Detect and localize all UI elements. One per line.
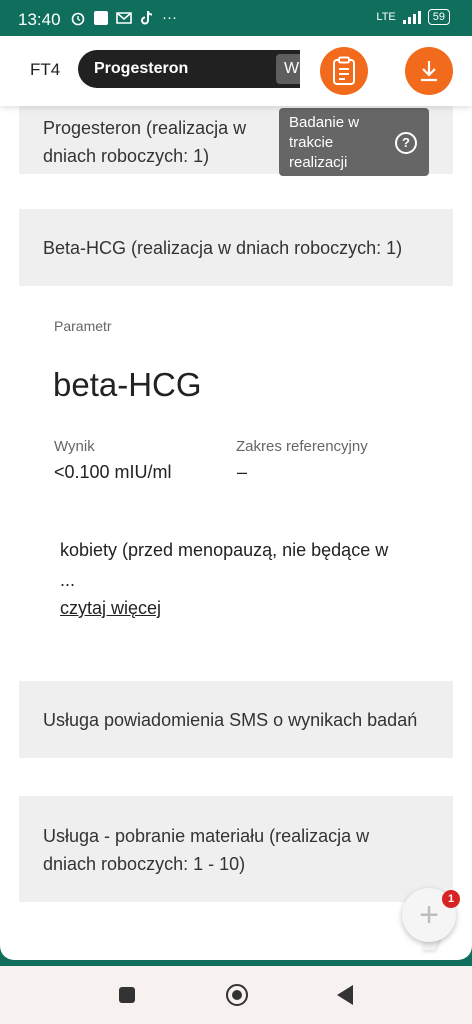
help-icon[interactable]: ? xyxy=(395,132,417,154)
system-nav-bar xyxy=(0,966,472,1024)
test-card-title: Progesteron (realizacja w dniach roboczy… xyxy=(43,118,247,166)
plus-icon: + xyxy=(419,896,439,934)
home-button[interactable] xyxy=(226,984,248,1006)
network-type: LTE xyxy=(376,11,396,23)
test-tab-status: W realizacji xyxy=(276,54,300,84)
order-code: FT4 xyxy=(30,60,61,79)
test-card-title: Beta-HCG (realizacja w dniach roboczych:… xyxy=(43,238,403,258)
reference-range-label: Zakres referencyjny xyxy=(236,438,368,455)
app-square-icon xyxy=(94,10,108,25)
status-notification-icons: ··· xyxy=(70,9,177,26)
notification-count-badge: 1 xyxy=(442,890,460,908)
status-system-icons: LTE 59 xyxy=(376,9,450,25)
signal-icon xyxy=(402,11,421,24)
download-button[interactable] xyxy=(405,47,453,95)
test-card-beta-hcg[interactable]: Beta-HCG (realizacja w dniach roboczych:… xyxy=(19,209,453,286)
battery-indicator: 59 xyxy=(427,9,450,25)
status-badge-text: Badanie w trakcie realizacji xyxy=(289,114,360,171)
parameter-name: beta-HCG xyxy=(53,366,202,403)
clipboard-icon xyxy=(333,56,355,85)
app-content[interactable]: FT4 Progesteron W realizacji Progesteron… xyxy=(0,36,472,960)
clipboard-button[interactable] xyxy=(320,47,368,95)
service-card-title: Usługa powiadomienia SMS o wynikach bada… xyxy=(43,710,418,730)
reference-note-ellipsis: ... xyxy=(60,570,76,590)
status-bar: 13:40 ··· LTE 59 xyxy=(0,0,472,36)
status-time: 13:40 xyxy=(18,10,61,29)
reference-note: kobiety (przed menopauzą, nie będące w xyxy=(60,540,389,560)
alarm-icon xyxy=(71,12,85,25)
result-label: Wynik xyxy=(54,438,95,455)
reference-range-value: – xyxy=(237,462,248,482)
tiktok-icon xyxy=(141,10,153,24)
mail-icon xyxy=(116,11,132,24)
parameter-label: Parametr xyxy=(54,318,112,334)
service-card-pobranie[interactable]: Usługa - pobranie materiału (realizacja … xyxy=(19,796,453,902)
result-value: <0.100 mIU/ml xyxy=(54,462,172,482)
service-card-sms[interactable]: Usługa powiadomienia SMS o wynikach bada… xyxy=(19,681,453,758)
recents-button[interactable] xyxy=(119,987,135,1003)
download-icon xyxy=(421,61,437,82)
service-card-title: Usługa - pobranie materiału (realizacja … xyxy=(43,826,370,874)
read-more-link[interactable]: czytaj więcej xyxy=(60,598,161,619)
more-notifications: ··· xyxy=(162,9,177,26)
test-tab-pill[interactable]: Progesteron W realizacji xyxy=(78,50,300,88)
test-tab-name: Progesteron xyxy=(94,60,189,77)
app-header: FT4 Progesteron W realizacji xyxy=(0,36,472,106)
status-badge: Badanie w trakcie realizacji ? xyxy=(279,108,429,176)
back-button[interactable] xyxy=(337,985,353,1005)
